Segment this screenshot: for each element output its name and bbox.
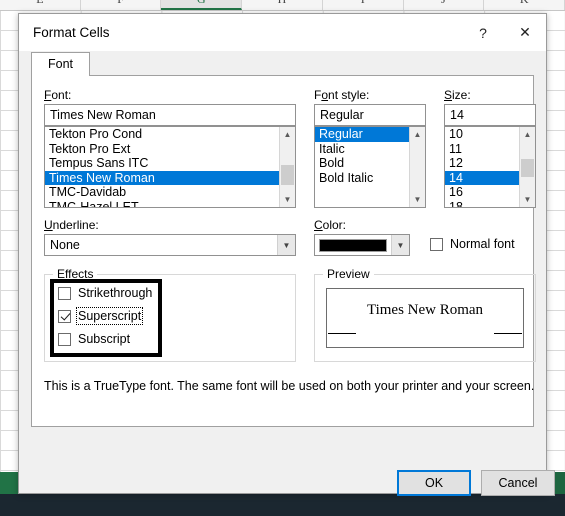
scrollbar-thumb[interactable]	[281, 165, 294, 185]
font-list-scrollbar[interactable]: ▲ ▼	[279, 127, 295, 207]
list-item-selected[interactable]: Regular	[315, 127, 410, 142]
preview-box: Times New Roman	[326, 288, 524, 348]
normal-font-checkbox[interactable]: Normal font	[430, 237, 515, 251]
help-icon[interactable]: ?	[462, 14, 504, 51]
checkbox-indicator[interactable]	[430, 237, 443, 251]
list-item[interactable]: Bold Italic	[315, 171, 410, 186]
font-style-list-items: Regular Italic Bold Bold Italic	[315, 127, 410, 207]
list-item[interactable]: 16	[445, 185, 520, 200]
list-item[interactable]: Bold	[315, 156, 410, 171]
superscript-label: Superscript	[75, 307, 144, 325]
size-input[interactable]: 14	[444, 104, 536, 126]
checkbox-indicator[interactable]	[58, 332, 71, 346]
font-listbox[interactable]: Tekton Pro Cond Tekton Pro Ext Tempus Sa…	[44, 126, 296, 208]
font-style-input[interactable]: Regular	[314, 104, 426, 126]
list-item-selected[interactable]: Times New Roman	[45, 170, 280, 185]
underline-select[interactable]: None ▼	[44, 234, 296, 256]
chevron-down-icon[interactable]: ▼	[391, 235, 409, 255]
preview-rule-left	[328, 333, 356, 334]
ok-button[interactable]: OK	[397, 470, 471, 496]
font-style-scrollbar[interactable]: ▲ ▼	[409, 127, 425, 207]
taskbar-strip	[0, 494, 565, 516]
font-tab-panel: Font: Times New Roman Tekton Pro Cond Te…	[31, 75, 536, 427]
scroll-down-icon[interactable]: ▼	[520, 192, 535, 207]
checkbox-indicator[interactable]	[58, 286, 71, 300]
normal-font-label: Normal font	[450, 237, 515, 251]
scroll-up-icon[interactable]: ▲	[520, 127, 535, 142]
subscript-checkbox[interactable]: Subscript	[58, 332, 130, 346]
scroll-down-icon[interactable]: ▼	[410, 192, 425, 207]
list-item[interactable]: 11	[445, 142, 520, 157]
strikethrough-checkbox[interactable]: Strikethrough	[58, 286, 152, 300]
subscript-label: Subscript	[78, 332, 131, 346]
column-header-I[interactable]: I	[322, 0, 404, 10]
scroll-up-icon[interactable]: ▲	[280, 127, 295, 142]
color-label: Color:	[314, 218, 347, 232]
column-header-E[interactable]: E	[0, 0, 81, 10]
checkbox-indicator-checked[interactable]	[58, 309, 71, 323]
font-style-label: Font style:	[314, 88, 370, 102]
color-select[interactable]: ▼	[314, 234, 410, 256]
column-header-row: E F G H I J K	[0, 0, 565, 11]
dialog-tab-strip: Font	[31, 51, 534, 76]
close-icon[interactable]: ✕	[504, 14, 546, 51]
scroll-up-icon[interactable]: ▲	[410, 127, 425, 142]
column-header-K[interactable]: K	[484, 0, 565, 10]
font-list-items: Tekton Pro Cond Tekton Pro Ext Tempus Sa…	[45, 127, 280, 207]
size-listbox[interactable]: 10 11 12 14 16 18 ▲ ▼	[444, 126, 536, 208]
list-item[interactable]: Tekton Pro Cond	[45, 127, 280, 142]
color-swatch	[319, 238, 387, 252]
column-header-J[interactable]: J	[403, 0, 485, 10]
list-item[interactable]: Italic	[315, 142, 410, 157]
scroll-down-icon[interactable]: ▼	[280, 192, 295, 207]
strikethrough-label: Strikethrough	[78, 286, 153, 300]
underline-value: None	[50, 238, 80, 252]
column-header-H[interactable]: H	[242, 0, 323, 10]
cancel-button[interactable]: Cancel	[481, 470, 555, 496]
font-description-text: This is a TrueType font. The same font w…	[44, 379, 535, 393]
tab-font[interactable]: Font	[31, 52, 91, 76]
dialog-title-bar: Format Cells ? ✕	[19, 14, 546, 51]
list-item[interactable]: 18	[445, 200, 520, 208]
underline-label: Underline:	[44, 218, 99, 232]
size-list-items: 10 11 12 14 16 18	[445, 127, 520, 207]
list-item[interactable]: TMC-Hazel LET	[45, 200, 280, 208]
dialog-title: Format Cells	[33, 25, 110, 40]
format-cells-dialog: Format Cells ? ✕ Font Font: Times New Ro…	[18, 13, 555, 496]
font-label: Font:	[44, 88, 72, 102]
list-item[interactable]: Tempus Sans ITC	[45, 156, 280, 171]
column-header-F[interactable]: F	[80, 0, 162, 10]
chevron-down-icon[interactable]: ▼	[277, 235, 295, 255]
size-list-scrollbar[interactable]: ▲ ▼	[519, 127, 535, 207]
preview-rule-right	[494, 333, 522, 334]
list-item[interactable]: 12	[445, 156, 520, 171]
list-item[interactable]: Tekton Pro Ext	[45, 142, 280, 157]
list-item[interactable]: TMC-Davidab	[45, 185, 280, 200]
list-item[interactable]: 10	[445, 127, 520, 142]
font-input[interactable]: Times New Roman	[44, 104, 296, 126]
list-item-selected[interactable]: 14	[445, 170, 520, 185]
superscript-checkbox[interactable]: Superscript	[58, 307, 144, 325]
preview-text: Times New Roman	[366, 302, 484, 318]
font-style-listbox[interactable]: Regular Italic Bold Bold Italic ▲ ▼	[314, 126, 426, 208]
size-label: Size:	[444, 88, 471, 102]
title-bar-buttons: ? ✕	[462, 14, 546, 51]
scrollbar-thumb[interactable]	[521, 159, 534, 177]
effects-group-title: Effects	[53, 267, 98, 281]
column-header-G[interactable]: G	[161, 0, 243, 10]
preview-group-title: Preview	[323, 267, 374, 281]
